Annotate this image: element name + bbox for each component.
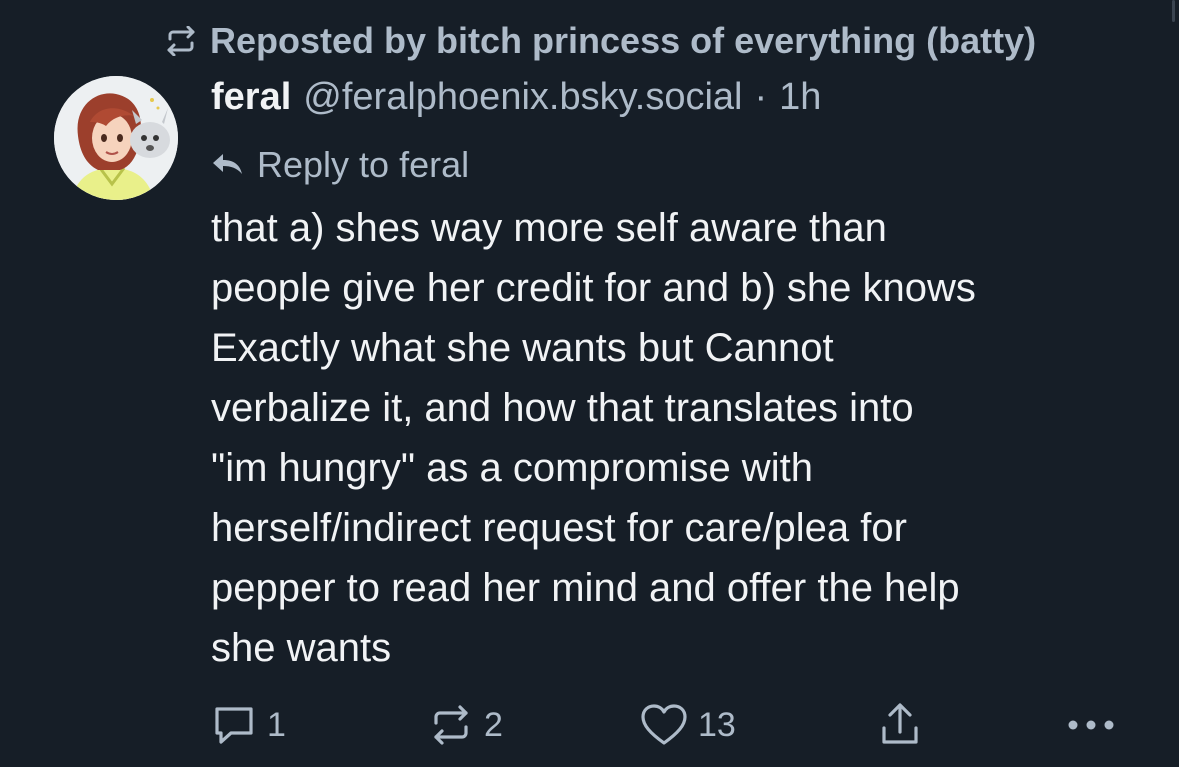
repost-label: Reposted by bitch princess of everything… [210,20,1037,61]
post-header: feral @feralphoenix.bsky.social · 1h [211,76,821,130]
reply-context[interactable]: Reply to feral [211,140,469,190]
reply-count: 1 [267,705,286,744]
reply-arrow-icon [213,154,242,174]
avatar[interactable] [54,76,178,200]
like-button[interactable]: 13 [640,695,736,755]
post-text: that a) shes way more self aware than pe… [211,198,1156,678]
author-handle[interactable]: @feralphoenix.bsky.social [303,76,742,119]
repost-icon [167,26,195,56]
share-icon [882,703,918,744]
post-text-line: "im hungry" as a compromise with [211,446,813,490]
like-count: 13 [698,705,736,744]
repost-count: 2 [484,705,503,744]
repost-button[interactable]: 2 [428,695,503,755]
reply-to-label: Reply to feral [257,144,470,185]
post-text-line: that a) shes way more self aware than [211,206,887,250]
post-timestamp[interactable]: 1h [779,76,821,119]
reply-button[interactable]: 1 [211,695,286,755]
scrollbar[interactable] [1172,0,1175,22]
post-text-line: pepper to read her mind and offer the he… [211,566,960,610]
repost-icon [434,705,468,745]
post-view: Reposted by bitch princess of everything… [0,0,1179,767]
share-button[interactable] [878,695,922,755]
post-text-line: Exactly what she wants but Cannot [211,326,834,370]
author-name[interactable]: feral [211,76,291,119]
post-text-line: she wants [211,626,392,670]
separator-dot: · [754,76,768,118]
more-options-button[interactable] [1066,695,1116,755]
heart-icon [641,704,687,745]
post-text-line: verbalize it, and how that translates in… [211,386,914,430]
avatar-illustration [54,76,178,200]
comment-icon [215,707,253,744]
post-text-line: herself/indirect request for care/plea f… [211,506,907,550]
more-dots-icon [1068,720,1114,730]
post-text-line: people give her credit for and b) she kn… [211,266,976,310]
post-actions: 1 2 13 [0,695,1179,755]
repost-context[interactable]: Reposted by bitch princess of everything… [162,18,1036,64]
